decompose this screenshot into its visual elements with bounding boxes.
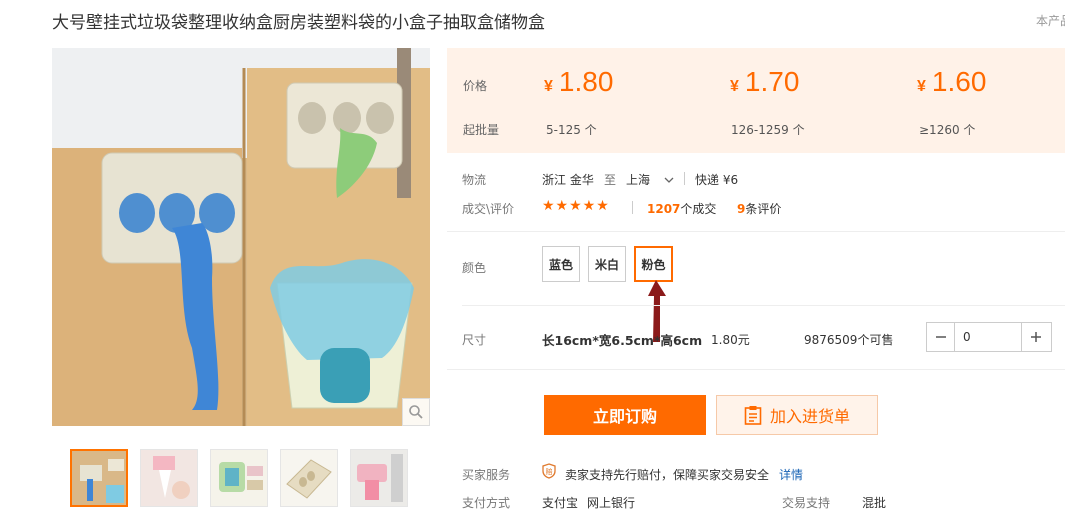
size-label: 尺寸 — [462, 333, 487, 347]
shield-icon: 赔 — [542, 463, 556, 483]
currency-symbol: ¥ — [730, 78, 739, 95]
trade-support-value: 混批 — [862, 496, 887, 510]
rating-stars: ★★★★★ — [542, 198, 610, 214]
color-option-white[interactable]: 米白 — [588, 246, 626, 282]
price-tier-1: ¥1.80 — [544, 66, 613, 98]
price-tier-3: ¥1.60 — [917, 66, 986, 98]
currency-symbol: ¥ — [544, 78, 553, 95]
color-label: 颜色 — [462, 261, 487, 275]
zoom-button[interactable] — [402, 398, 430, 426]
payment-method-bank: 网上银行 — [587, 496, 636, 510]
logistics-to: 至 — [604, 173, 617, 187]
price-value: 1.60 — [931, 66, 987, 97]
deals-count: 1207 — [647, 202, 681, 216]
thumbnail-2[interactable] — [140, 449, 198, 507]
price-tier-2: ¥1.70 — [730, 66, 799, 98]
thumbnail-image — [211, 450, 267, 506]
divider — [632, 201, 633, 214]
service-label: 买家服务 — [462, 468, 511, 482]
logistics-label: 物流 — [462, 173, 487, 187]
logistics-destination-select[interactable]: 上海 — [626, 171, 674, 188]
section-divider — [447, 231, 1065, 232]
price-label: 价格 — [463, 79, 488, 93]
moq-range-1: 5-125 个 — [546, 123, 597, 137]
moq-range-2: 126-1259 个 — [731, 123, 805, 137]
thumbnail-image — [72, 451, 126, 505]
price-value: 1.80 — [558, 66, 614, 97]
moq-label: 起批量 — [463, 123, 500, 137]
plus-icon — [1030, 332, 1041, 342]
logistics-origin: 浙江 金华 — [542, 173, 594, 187]
shipping-fee: 快递 ¥6 — [695, 173, 739, 187]
section-divider — [447, 369, 1065, 370]
thumbnail-3[interactable] — [210, 449, 268, 507]
price-value: 1.70 — [744, 66, 800, 97]
clipboard-icon — [744, 406, 762, 425]
add-to-cart-button[interactable]: 加入进货单 — [716, 395, 878, 435]
review-count-link[interactable]: 9条评价 — [737, 200, 781, 217]
thumbnail-image — [281, 450, 337, 506]
service-text: 卖家支持先行赔付，保障买家交易安全 — [565, 468, 770, 482]
deals-count-link[interactable]: 1207个成交 — [647, 200, 716, 217]
deals-suffix: 个成交 — [680, 202, 717, 216]
thumbnail-5[interactable] — [350, 449, 408, 507]
decrement-button[interactable] — [927, 323, 954, 351]
payment-method-alipay: 支付宝 — [542, 496, 579, 510]
review-suffix: 条评价 — [745, 202, 782, 216]
product-title: 大号壁挂式垃圾袋整理收纳盒厨房装塑料袋的小盒子抽取盒储物盒 — [52, 13, 545, 33]
size-price: 1.80元 — [711, 333, 750, 347]
moq-range-3: ≥1260 个 — [919, 123, 976, 137]
corner-note: 本产品 — [1036, 14, 1065, 28]
quantity-input[interactable] — [954, 323, 1022, 351]
size-value: 长16cm*宽6.5cm*高6cm — [542, 333, 703, 348]
magnifier-icon — [409, 405, 423, 419]
thumbnail-image — [351, 450, 407, 506]
add-to-cart-label: 加入进货单 — [769, 407, 850, 426]
thumbnail-image — [141, 450, 197, 506]
thumbnail-4[interactable] — [280, 449, 338, 507]
quantity-stepper[interactable] — [926, 322, 1052, 352]
payment-label: 支付方式 — [462, 496, 511, 510]
increment-button[interactable] — [1022, 323, 1049, 351]
thumbnail-1[interactable] — [70, 449, 128, 507]
svg-text:赔: 赔 — [546, 467, 553, 476]
logistics-destination: 上海 — [626, 173, 651, 187]
service-detail-link[interactable]: 详情 — [779, 466, 803, 483]
buy-now-button[interactable]: 立即订购 — [544, 395, 706, 435]
product-main-image[interactable] — [52, 48, 430, 426]
reviews-label: 成交\评价 — [462, 202, 515, 216]
trade-support-label: 交易支持 — [782, 496, 831, 510]
section-divider — [462, 305, 1065, 306]
color-option-blue[interactable]: 蓝色 — [542, 246, 580, 282]
divider — [684, 172, 685, 185]
stock-available: 9876509个可售 — [804, 333, 894, 347]
chevron-down-icon — [664, 177, 674, 183]
minus-icon — [935, 336, 946, 338]
product-photo-illustration — [52, 48, 430, 426]
currency-symbol: ¥ — [917, 78, 926, 95]
